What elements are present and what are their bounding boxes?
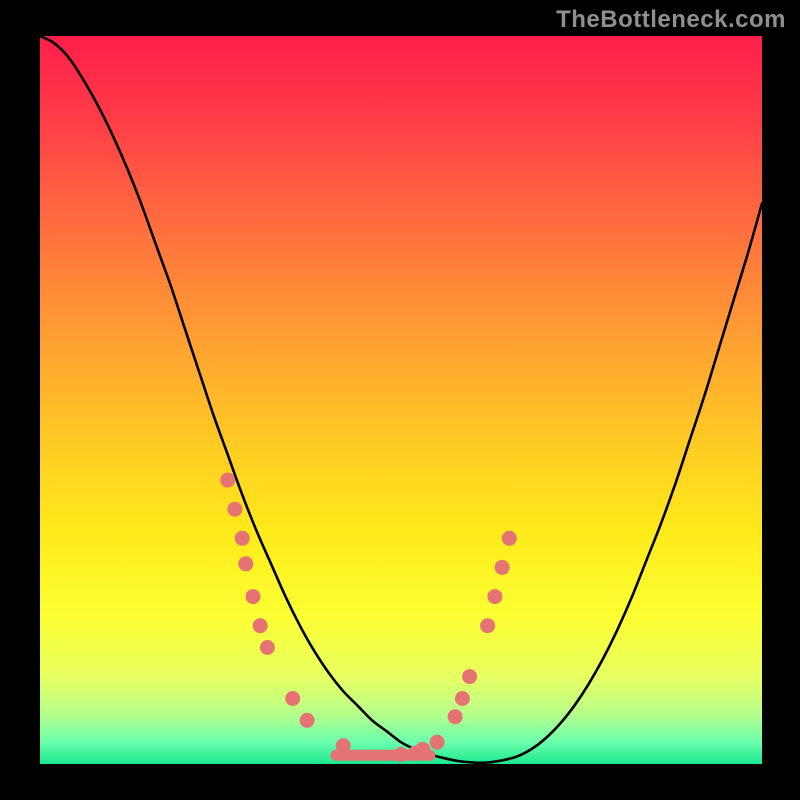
marker-dot <box>220 473 235 488</box>
marker-dot <box>394 747 409 762</box>
marker-dot <box>448 709 463 724</box>
bottleneck-chart <box>0 0 800 800</box>
marker-dot <box>238 556 253 571</box>
chart-frame: { "watermark": "TheBottleneck.com", "col… <box>0 0 800 800</box>
marker-dot <box>480 618 495 633</box>
marker-dot <box>336 738 351 753</box>
marker-dot <box>300 713 315 728</box>
marker-dot <box>235 531 250 546</box>
marker-dot <box>462 669 477 684</box>
marker-dot <box>502 531 517 546</box>
marker-dot <box>495 560 510 575</box>
gradient-background <box>40 36 762 764</box>
marker-dot <box>260 640 275 655</box>
marker-dot <box>487 589 502 604</box>
watermark-text: TheBottleneck.com <box>556 6 786 34</box>
marker-dot <box>455 691 470 706</box>
marker-dot <box>253 618 268 633</box>
marker-dot <box>430 735 445 750</box>
marker-dot <box>227 502 242 517</box>
marker-dot <box>285 691 300 706</box>
marker-dot <box>246 589 261 604</box>
marker-dot <box>415 742 430 757</box>
